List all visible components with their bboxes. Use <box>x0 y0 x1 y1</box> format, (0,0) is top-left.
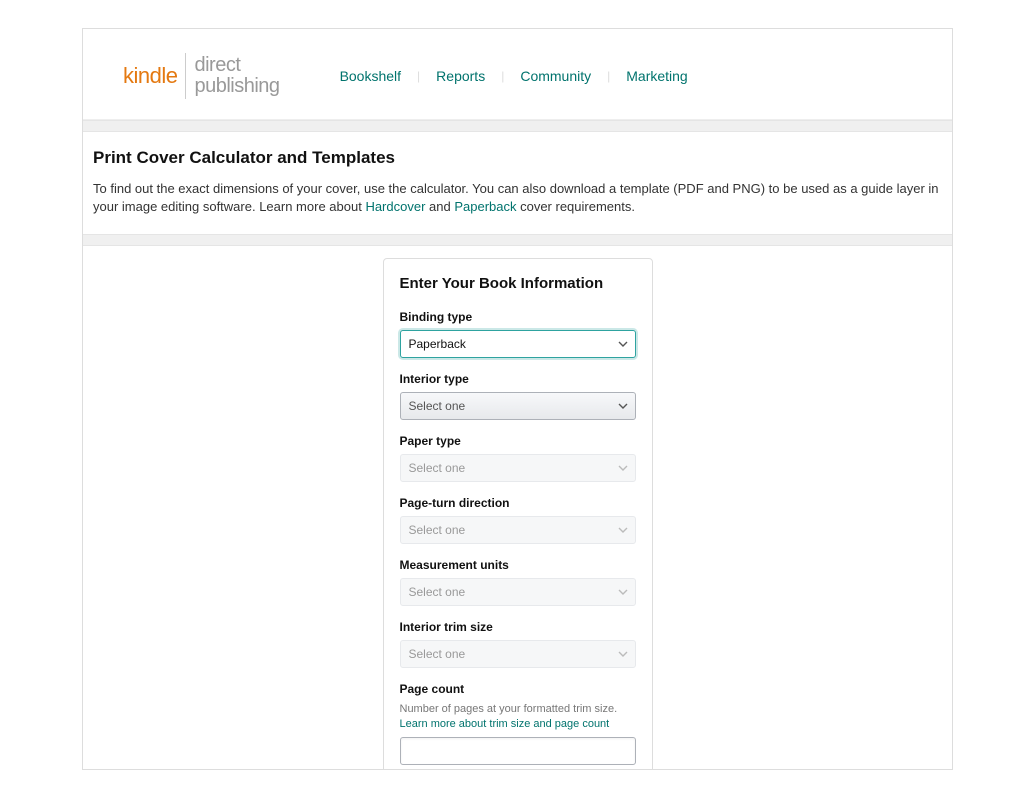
logo-dp-line1: direct <box>194 54 240 76</box>
nav-marketing[interactable]: Marketing <box>610 68 703 84</box>
link-hardcover[interactable]: Hardcover <box>365 199 425 214</box>
field-binding-type: Binding type Paperback <box>400 310 636 358</box>
help-text-line: Number of pages at your formatted trim s… <box>400 703 618 715</box>
select-measurement[interactable]: Select one <box>400 578 636 606</box>
label-page-turn: Page-turn direction <box>400 496 636 510</box>
field-page-turn: Page-turn direction Select one <box>400 496 636 544</box>
nav-reports[interactable]: Reports <box>420 68 501 84</box>
link-learn-trim-page[interactable]: Learn more about trim size and page coun… <box>400 718 610 730</box>
label-trim-size: Interior trim size <box>400 620 636 634</box>
field-interior-type: Interior type Select one <box>400 372 636 420</box>
select-interior-type[interactable]: Select one <box>400 392 636 420</box>
nav-bookshelf[interactable]: Bookshelf <box>324 68 417 84</box>
app-frame: kindle direct publishing Bookshelf | Rep… <box>82 28 953 770</box>
select-value: Select one <box>409 585 466 599</box>
form-heading: Enter Your Book Information <box>400 275 636 292</box>
link-paperback[interactable]: Paperback <box>454 199 516 214</box>
select-value: Paperback <box>409 337 466 351</box>
page-count-help: Number of pages at your formatted trim s… <box>400 702 636 731</box>
form-area: Enter Your Book Information Binding type… <box>83 246 952 770</box>
logo-dp-line2: publishing <box>194 75 279 97</box>
select-value: Select one <box>409 399 466 413</box>
logo-kindle: kindle <box>123 63 177 89</box>
select-value: Select one <box>409 461 466 475</box>
page-title: Print Cover Calculator and Templates <box>93 148 942 168</box>
field-paper-type: Paper type Select one <box>400 434 636 482</box>
select-trim-size[interactable]: Select one <box>400 640 636 668</box>
field-trim-size: Interior trim size Select one <box>400 620 636 668</box>
nav-community[interactable]: Community <box>504 68 607 84</box>
select-binding-type[interactable]: Paperback <box>400 330 636 358</box>
form-card: Enter Your Book Information Binding type… <box>383 258 653 770</box>
top-nav: Bookshelf | Reports | Community | Market… <box>324 68 704 84</box>
field-page-count: Page count Number of pages at your forma… <box>400 682 636 765</box>
header: kindle direct publishing Bookshelf | Rep… <box>83 29 952 120</box>
logo-direct-publishing: direct publishing <box>194 55 279 97</box>
input-page-count[interactable] <box>400 737 636 765</box>
label-paper-type: Paper type <box>400 434 636 448</box>
desc-text-after: cover requirements. <box>516 199 635 214</box>
label-page-count: Page count <box>400 682 636 696</box>
logo-divider <box>185 53 186 99</box>
desc-and: and <box>425 199 454 214</box>
gray-band <box>83 234 952 246</box>
gray-band <box>83 120 952 132</box>
label-measurement: Measurement units <box>400 558 636 572</box>
label-interior-type: Interior type <box>400 372 636 386</box>
page-description: To find out the exact dimensions of your… <box>93 180 942 216</box>
select-value: Select one <box>409 523 466 537</box>
title-section: Print Cover Calculator and Templates To … <box>83 132 952 234</box>
select-paper-type[interactable]: Select one <box>400 454 636 482</box>
select-page-turn[interactable]: Select one <box>400 516 636 544</box>
label-binding-type: Binding type <box>400 310 636 324</box>
select-value: Select one <box>409 647 466 661</box>
logo[interactable]: kindle direct publishing <box>123 53 280 99</box>
field-measurement: Measurement units Select one <box>400 558 636 606</box>
